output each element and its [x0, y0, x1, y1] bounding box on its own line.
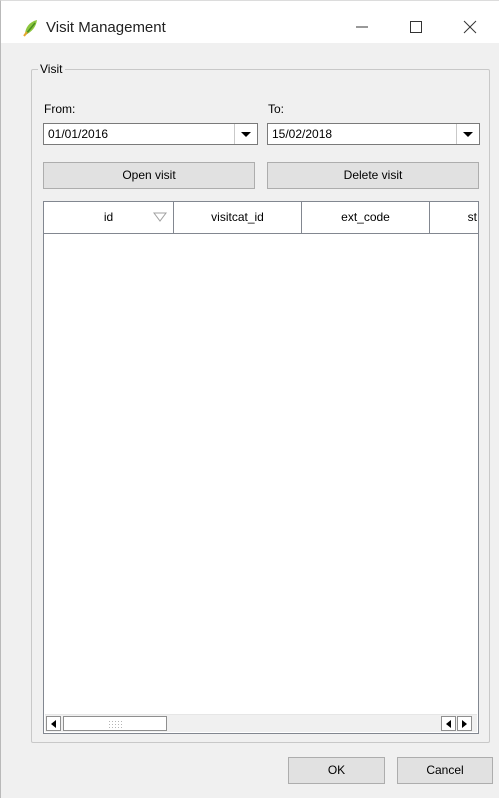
- from-label: From:: [44, 102, 76, 116]
- minimize-icon: [356, 26, 368, 28]
- close-icon: [463, 20, 477, 34]
- visits-table[interactable]: id visitcat_id ext_code st: [43, 201, 479, 734]
- arrow-left-icon: [446, 720, 451, 728]
- from-date-value: 01/01/2016: [48, 127, 109, 141]
- column-header-visitcat-id[interactable]: visitcat_id: [174, 202, 302, 233]
- qgis-leaf-icon: [23, 20, 37, 37]
- arrow-right-icon: [462, 720, 467, 728]
- column-header-label: id: [103, 210, 114, 224]
- scroll-left-button-right[interactable]: [441, 716, 456, 731]
- maximize-button[interactable]: [393, 12, 439, 42]
- chevron-down-icon[interactable]: [234, 124, 257, 144]
- sort-indicator-icon: [153, 212, 167, 222]
- to-label: To:: [268, 102, 285, 116]
- chevron-down-icon[interactable]: [456, 124, 479, 144]
- cancel-button[interactable]: Cancel: [397, 757, 493, 784]
- open-visit-button[interactable]: Open visit: [43, 162, 255, 189]
- scroll-left-button[interactable]: [46, 716, 61, 731]
- visit-management-window: Visit Management Visit From: To: 01/01/2…: [0, 0, 499, 798]
- table-header: id visitcat_id ext_code st: [44, 202, 478, 234]
- column-header-st[interactable]: st: [430, 202, 478, 233]
- window-title: Visit Management: [46, 19, 166, 36]
- arrow-left-icon: [51, 720, 56, 728]
- grip-icon: [108, 720, 122, 728]
- column-header-ext-code[interactable]: ext_code: [302, 202, 430, 233]
- maximize-icon: [410, 21, 422, 33]
- ok-button[interactable]: OK: [288, 757, 385, 784]
- from-date-combo[interactable]: 01/01/2016: [43, 123, 258, 145]
- to-date-combo[interactable]: 15/02/2018: [267, 123, 480, 145]
- horizontal-scrollbar[interactable]: [45, 714, 477, 732]
- minimize-button[interactable]: [339, 12, 385, 42]
- close-button[interactable]: [447, 12, 493, 42]
- scrollbar-thumb[interactable]: [63, 716, 167, 731]
- column-header-id[interactable]: id: [44, 202, 174, 233]
- scroll-right-button[interactable]: [457, 716, 472, 731]
- delete-visit-button[interactable]: Delete visit: [267, 162, 479, 189]
- title-bar[interactable]: Visit Management: [1, 1, 499, 43]
- to-date-value: 15/02/2018: [272, 127, 333, 141]
- visit-group-title: Visit: [38, 62, 66, 76]
